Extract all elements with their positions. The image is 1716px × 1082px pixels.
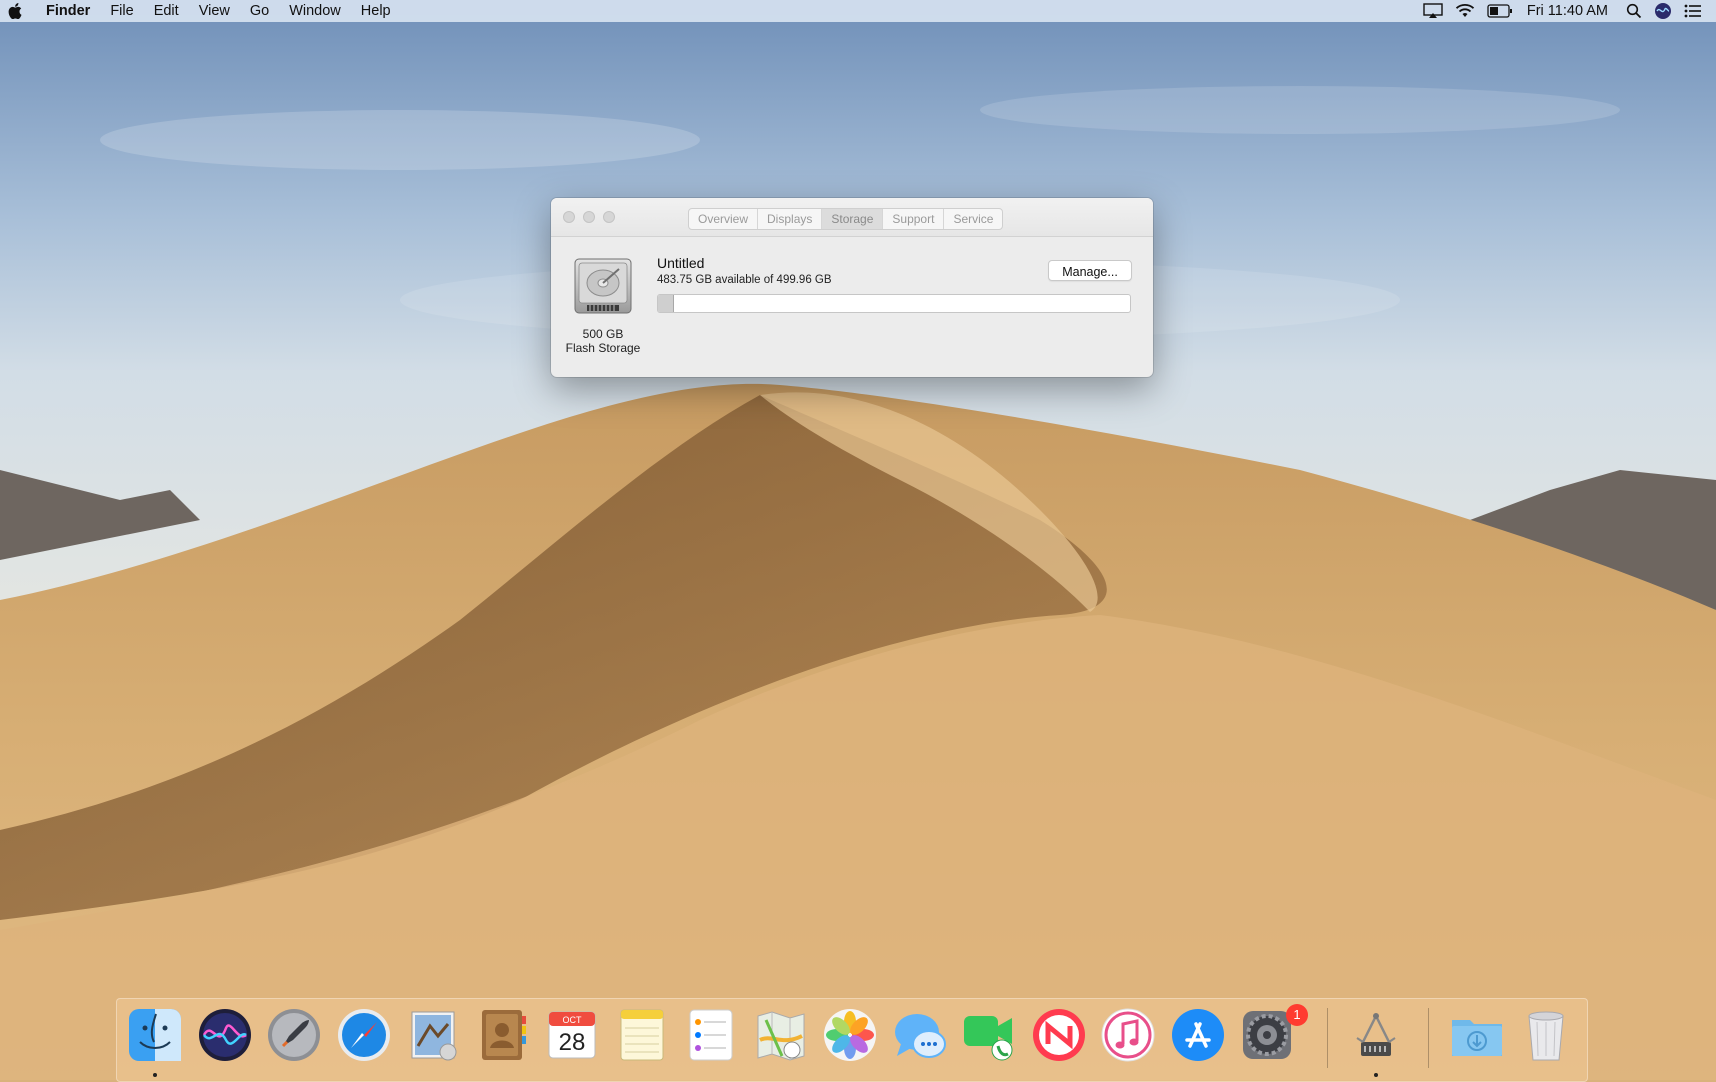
apple-logo-icon[interactable] [8, 2, 26, 20]
wifi-icon[interactable] [1455, 0, 1475, 22]
launchpad-icon[interactable] [265, 1006, 323, 1064]
news-icon[interactable] [1030, 1006, 1088, 1064]
itunes-icon[interactable] [1099, 1006, 1157, 1064]
zoom-button[interactable] [603, 211, 615, 223]
window-titlebar[interactable]: Overview Displays Storage Support Servic… [551, 198, 1153, 237]
mail-icon[interactable] [404, 1006, 462, 1064]
tab-overview[interactable]: Overview [689, 209, 759, 229]
tab-displays[interactable]: Displays [758, 209, 823, 229]
app-store-icon[interactable] [1169, 1006, 1227, 1064]
battery-icon[interactable] [1487, 0, 1513, 22]
system-information-running-indicator [1374, 1073, 1378, 1077]
finder-icon[interactable] [126, 1006, 184, 1064]
desktop-wallpaper [0, 0, 1716, 1080]
menu-view[interactable]: View [199, 3, 230, 19]
dock-separator-2 [1428, 1008, 1429, 1068]
menu-go[interactable]: Go [250, 3, 269, 19]
close-button[interactable] [563, 211, 575, 223]
facetime-icon[interactable] [960, 1006, 1018, 1064]
system-preferences-badge: 1 [1286, 1004, 1308, 1026]
tab-bar: Overview Displays Storage Support Servic… [688, 208, 1004, 230]
volume-availability: 483.75 GB available of 499.96 GB [657, 274, 832, 286]
storage-used-segment [658, 295, 675, 312]
notification-center-icon[interactable] [1684, 0, 1702, 22]
menu-clock[interactable]: Fri 11:40 AM [1527, 3, 1608, 19]
storage-pane: 500 GB Flash Storage Untitled 483.75 GB … [551, 237, 1153, 377]
siri-app-icon[interactable] [196, 1006, 254, 1064]
minimize-button[interactable] [583, 211, 595, 223]
photos-icon[interactable] [821, 1006, 879, 1064]
maps-icon[interactable] [752, 1006, 810, 1064]
airplay-icon[interactable] [1423, 0, 1443, 22]
storage-usage-bar [657, 294, 1131, 313]
dock-separator [1327, 1008, 1328, 1068]
calendar-icon[interactable]: OCT 28 [543, 1006, 601, 1064]
calendar-day: 28 [559, 1029, 586, 1056]
tab-service[interactable]: Service [944, 209, 1002, 229]
siri-icon[interactable] [1654, 0, 1672, 22]
system-information-icon[interactable] [1347, 1006, 1405, 1064]
tab-storage[interactable]: Storage [822, 209, 884, 229]
trash-icon[interactable] [1517, 1006, 1575, 1064]
menu-help[interactable]: Help [361, 3, 391, 19]
drive-capacity: 500 GB [582, 327, 624, 341]
safari-icon[interactable] [335, 1006, 393, 1064]
spotlight-icon[interactable] [1626, 0, 1642, 22]
reminders-icon[interactable] [682, 1006, 740, 1064]
menu-window[interactable]: Window [289, 3, 341, 19]
drive-type: Flash Storage [565, 341, 641, 355]
calendar-month: OCT [563, 1015, 583, 1025]
menu-app-finder[interactable]: Finder [46, 3, 90, 19]
downloads-folder-icon[interactable] [1448, 1006, 1506, 1064]
finder-running-indicator [153, 1073, 157, 1077]
notes-icon[interactable] [613, 1006, 671, 1064]
contacts-icon[interactable] [474, 1006, 532, 1064]
hard-drive-icon [574, 258, 632, 314]
volume-name: Untitled [657, 255, 705, 271]
menu-bar: Finder File Edit View Go Window Help Fri… [0, 0, 1716, 22]
menu-edit[interactable]: Edit [154, 3, 179, 19]
about-this-mac-window: Overview Displays Storage Support Servic… [551, 198, 1153, 377]
tab-support[interactable]: Support [883, 209, 945, 229]
menu-file[interactable]: File [110, 3, 133, 19]
manage-button[interactable]: Manage... [1048, 260, 1132, 281]
messages-icon[interactable] [891, 1006, 949, 1064]
